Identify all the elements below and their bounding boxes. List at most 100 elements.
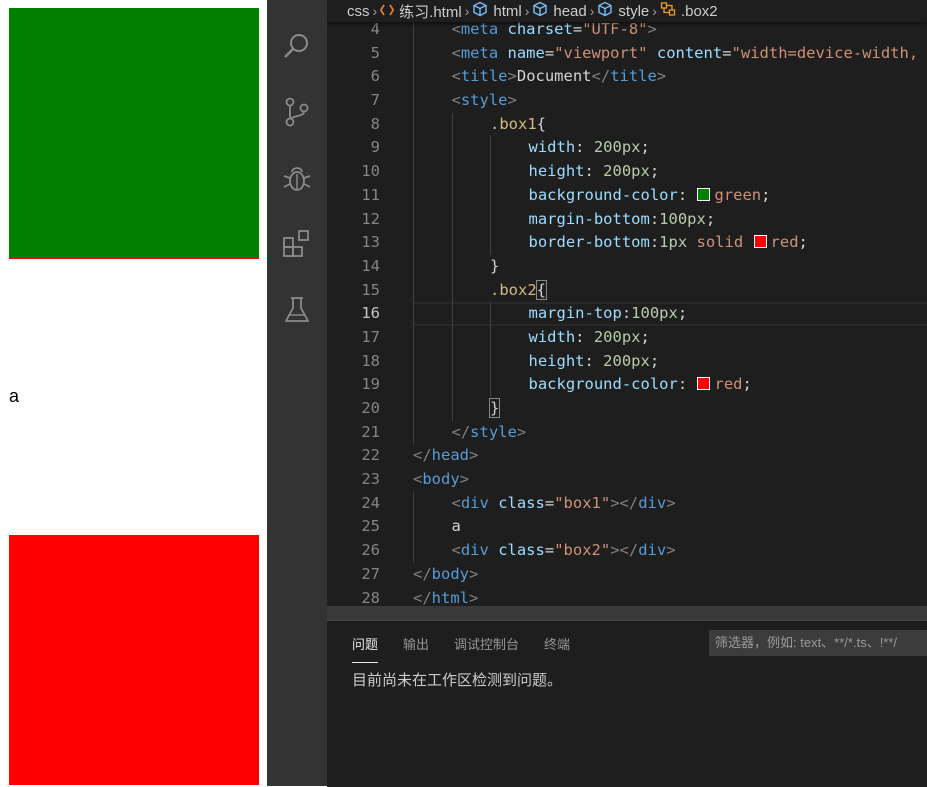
code-text: width: 200px; (529, 326, 650, 350)
breadcrumb-item-style[interactable]: style (597, 1, 649, 21)
breadcrumb-item-file[interactable]: 练习.html (379, 1, 462, 22)
tab-debug-console[interactable]: 调试控制台 (454, 622, 519, 665)
html-file-icon (379, 3, 395, 20)
code-token: ; (677, 304, 688, 323)
indent-guide (413, 207, 414, 232)
code-line[interactable]: 8 .box1{ (327, 112, 927, 137)
code-line[interactable]: 20} (327, 397, 927, 421)
code-token: : (649, 209, 660, 228)
code-line[interactable]: 24 <div class="box1"></div> (327, 491, 927, 516)
code-token: class (498, 493, 545, 512)
code-line[interactable]: 13 border-bottom:1px solid red; (327, 231, 927, 255)
code-token: solid (696, 233, 744, 252)
indent-guide (413, 515, 414, 540)
code-line[interactable]: 7 <style> (327, 89, 927, 113)
code-lines[interactable]: 4 <meta charset="UTF-8"> 5 <meta name="view… (327, 18, 927, 608)
code-token: < (451, 43, 461, 62)
code-line[interactable]: 25 a (327, 515, 927, 540)
breadcrumb-item-box2[interactable]: .box2 (660, 1, 718, 21)
code-line[interactable]: 18 height: 200px; (327, 349, 927, 374)
code-token: ; (742, 375, 752, 394)
code-token: : (575, 138, 594, 157)
code-token: title (610, 67, 657, 86)
code-line[interactable]: 27 </body> (327, 563, 927, 587)
code-text: } (490, 255, 499, 279)
indent-guide (451, 278, 453, 303)
source-control-icon[interactable] (281, 96, 313, 128)
extensions-icon[interactable] (281, 228, 313, 260)
indent-guide (490, 349, 491, 374)
code-token: "box2" (554, 541, 611, 560)
code-token: = (544, 493, 555, 512)
code-line[interactable]: 26 <div class="box2"></div> (327, 539, 927, 563)
debug-icon[interactable] (281, 162, 313, 194)
color-swatch[interactable] (697, 187, 711, 201)
code-line[interactable]: 14} (327, 254, 927, 279)
code-line[interactable]: 21 </style> (327, 420, 927, 445)
code-line[interactable]: 12 margin-bottom:100px; (327, 207, 927, 232)
problems-filter-input[interactable]: 筛选器，例如: text、**/*.ts、!**/ (709, 630, 927, 656)
code-text: background-color: green; (529, 184, 771, 208)
code-token: : (677, 375, 697, 394)
code-token: red (770, 233, 799, 252)
code-token: charset (507, 20, 573, 38)
chevron-right-icon: › (524, 3, 530, 19)
code-line[interactable]: 19 background-color: red; (327, 373, 927, 397)
code-token: < (451, 67, 461, 86)
breadcrumb-item-css[interactable]: css (347, 3, 370, 20)
indent-guide (413, 373, 414, 397)
code-token: head (431, 446, 469, 465)
code-line[interactable]: 28 </html> (327, 587, 927, 609)
code-line[interactable]: 11 background-color: green; (327, 183, 927, 208)
tab-problems[interactable]: 问题 (352, 622, 379, 665)
code-text: <meta name="viewport" content="width=dev… (452, 42, 919, 66)
code-token: < (451, 20, 461, 38)
code-token: red (714, 375, 743, 394)
line-number: 18 (361, 351, 380, 370)
code-token: body (431, 564, 469, 583)
code-token: border-bottom (528, 233, 650, 252)
code-editor[interactable]: css › 练习.html › html › head › style › .b… (327, 0, 927, 608)
red-box2 (9, 535, 259, 785)
indent-guide (413, 278, 414, 303)
code-line[interactable]: 10 height: 200px; (327, 160, 927, 184)
code-line[interactable]: 16 margin-top:100px; (327, 302, 927, 326)
indent-guide (413, 41, 414, 66)
code-text: margin-top:100px; (529, 302, 688, 326)
code-token: height (528, 162, 585, 181)
code-token: = (544, 541, 555, 560)
code-line[interactable]: 23 <body> (327, 468, 927, 492)
code-token: } (490, 256, 500, 275)
indent-guide (413, 302, 414, 326)
breadcrumb-item-head[interactable]: head (532, 1, 587, 21)
code-line[interactable]: 6 <title>Document</title> (327, 65, 927, 90)
code-token: style (460, 91, 508, 110)
code-line[interactable]: 17 width: 200px; (327, 325, 927, 350)
code-token: Document (516, 67, 592, 86)
code-token: title (460, 67, 508, 86)
color-swatch[interactable] (697, 377, 711, 391)
code-token: html (431, 588, 469, 607)
horizontal-scrollbar[interactable] (327, 606, 927, 620)
code-line[interactable]: 15 .box2{ (327, 278, 927, 303)
code-token: ; (761, 185, 771, 204)
code-line[interactable]: 22 </head> (327, 444, 927, 468)
color-swatch[interactable] (753, 235, 767, 249)
code-token: 200px (593, 138, 641, 157)
tab-output[interactable]: 输出 (403, 622, 429, 665)
search-icon[interactable] (281, 30, 313, 62)
breadcrumb-item-html[interactable]: html (472, 1, 522, 21)
indent-guide (413, 65, 414, 90)
line-number: 10 (361, 162, 380, 181)
code-token: meta (460, 20, 499, 38)
code-text: <title>Document</title> (452, 65, 667, 89)
code-token: background-color (528, 185, 678, 204)
chevron-right-icon: › (652, 3, 657, 19)
indent-guide (490, 160, 491, 184)
code-line[interactable]: 9 width: 200px; (327, 136, 927, 161)
testing-flask-icon[interactable] (281, 294, 313, 326)
tab-terminal[interactable]: 终端 (544, 622, 570, 665)
code-line[interactable]: 5 <meta name="viewport" content="width=de… (327, 41, 927, 66)
